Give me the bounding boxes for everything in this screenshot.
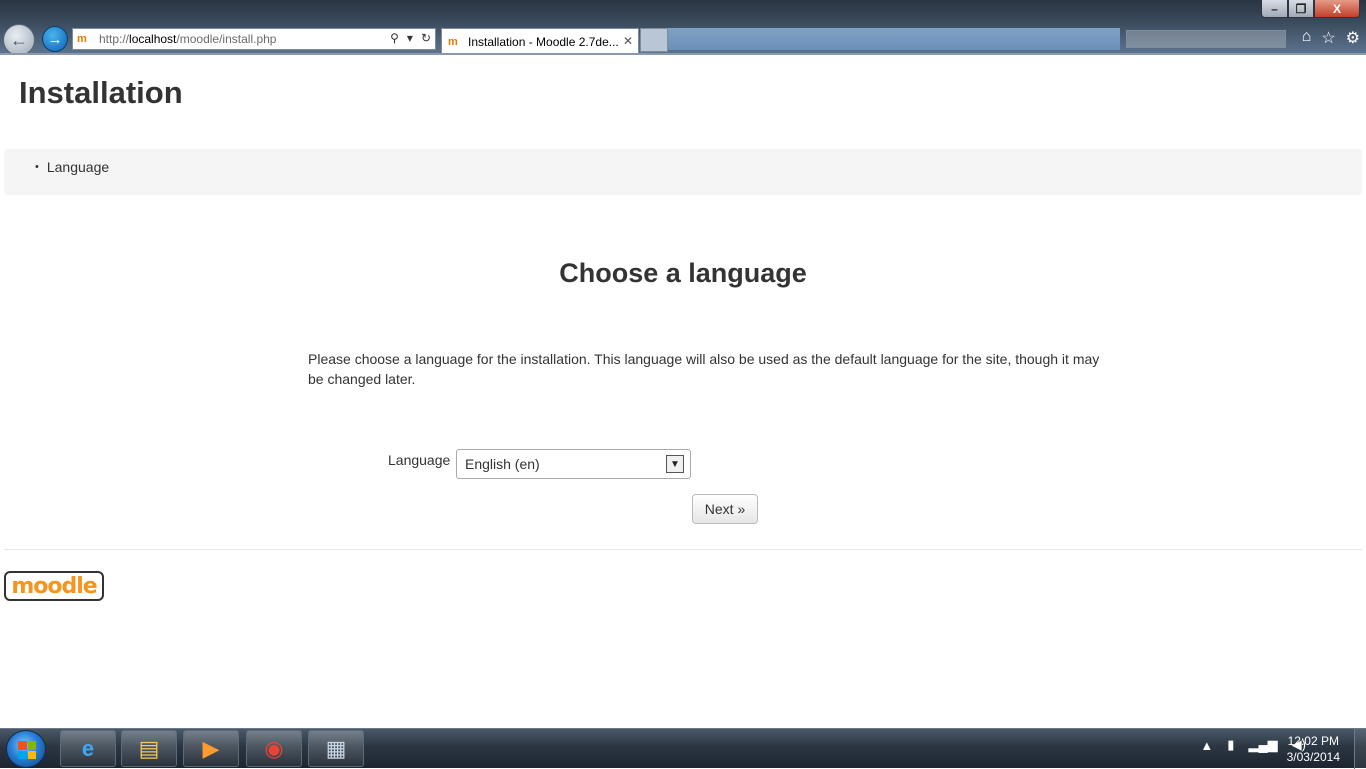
favorites-star-icon[interactable]: ☆ — [1321, 28, 1335, 48]
tab-close-icon[interactable]: ✕ — [623, 34, 633, 48]
browser-toolbar-icons: ⌂ ☆ ⚙ — [1302, 28, 1360, 48]
chevron-down-icon[interactable]: ▼ — [666, 455, 684, 473]
next-button[interactable]: Next » — [692, 494, 758, 524]
moodle-logo[interactable]: moodle — [4, 571, 104, 601]
browser-search-box[interactable] — [1126, 30, 1286, 48]
system-clock[interactable]: 12:02 PM 3/03/2014 — [1287, 733, 1340, 765]
breadcrumb: • Language — [4, 149, 1362, 195]
media-player-icon: ▶ — [202, 735, 220, 761]
address-bar-icons: ⚲ ▾ ↻ — [390, 31, 431, 45]
url-prefix: http:// — [99, 32, 130, 46]
back-arrow-icon: ← — [10, 29, 28, 50]
window-controls: – ❐ X — [1261, 0, 1360, 18]
tab-title: Installation - Moodle 2.7de... — [468, 34, 619, 49]
signal-icon[interactable]: ▂▄▆ — [1248, 737, 1277, 753]
page-content: Installation • Language Choose a languag… — [0, 55, 1366, 728]
show-desktop-button[interactable] — [1354, 729, 1366, 769]
windows-taskbar: e ▤ ▶ ◉ ▦ ▲ ▮ ▂▄▆ ◀) 12:02 PM 3/03/2014 — [0, 728, 1366, 769]
language-label: Language — [388, 452, 451, 468]
page-title: Installation — [19, 75, 183, 110]
calculator-icon: ▦ — [325, 735, 347, 761]
taskbar-media-player[interactable]: ▶ — [183, 730, 239, 767]
moodle-favicon-icon: m — [448, 35, 458, 48]
intro-text: Please choose a language for the install… — [308, 351, 1100, 387]
section-heading: Choose a language — [559, 258, 807, 288]
start-button[interactable] — [6, 730, 46, 768]
close-icon: X — [1332, 1, 1341, 16]
maximize-button[interactable]: ❐ — [1288, 0, 1314, 18]
breadcrumb-label: Language — [46, 159, 110, 175]
browser-chrome: – ❐ X ← → m http:// localhost /moodle/in… — [0, 0, 1366, 56]
back-button[interactable]: ← — [3, 24, 35, 56]
clock-date: 3/03/2014 — [1286, 750, 1340, 764]
moodle-favicon-icon: m — [77, 33, 87, 45]
windows-logo-icon — [18, 741, 36, 759]
language-select[interactable]: English (en) ▼ — [456, 449, 691, 479]
forward-arrow-icon: → — [47, 30, 63, 48]
close-window-button[interactable]: X — [1314, 0, 1360, 18]
bullet-icon: • — [35, 161, 39, 173]
taskbar-file-explorer[interactable]: ▤ — [121, 730, 177, 767]
internet-explorer-icon: e — [81, 735, 95, 761]
tab-strip-background — [668, 28, 1120, 50]
language-select-value: English (en) — [465, 456, 540, 472]
network-icon[interactable]: ▮ — [1227, 737, 1234, 753]
new-tab-button[interactable] — [640, 28, 668, 52]
clock-time: 12:02 PM — [1287, 734, 1339, 748]
taskbar-calculator[interactable]: ▦ — [308, 730, 364, 767]
settings-gear-icon[interactable]: ⚙ — [1346, 28, 1360, 48]
footer-divider — [4, 549, 1362, 550]
minimize-button[interactable]: – — [1261, 0, 1288, 18]
minimize-icon: – — [1271, 1, 1278, 16]
show-hidden-icons-icon[interactable]: ▲ — [1200, 738, 1213, 753]
address-bar[interactable]: m http:// localhost /moodle/install.php … — [72, 28, 436, 50]
url-path: /moodle/install.php — [176, 32, 277, 46]
forward-button[interactable]: → — [42, 26, 68, 52]
folder-icon: ▤ — [138, 735, 160, 761]
home-icon[interactable]: ⌂ — [1302, 28, 1312, 48]
chrome-icon: ◉ — [264, 735, 284, 761]
taskbar-chrome[interactable]: ◉ — [246, 730, 302, 767]
dropdown-icon[interactable]: ▾ — [407, 31, 413, 45]
maximize-icon: ❐ — [1295, 1, 1307, 16]
refresh-icon[interactable]: ↻ — [421, 31, 431, 45]
taskbar-internet-explorer[interactable]: e — [60, 730, 116, 767]
breadcrumb-item-language: • Language — [35, 159, 109, 175]
url-host: localhost — [129, 32, 177, 46]
active-tab[interactable]: m Installation - Moodle 2.7de... ✕ — [441, 28, 639, 54]
search-icon[interactable]: ⚲ — [390, 31, 399, 45]
